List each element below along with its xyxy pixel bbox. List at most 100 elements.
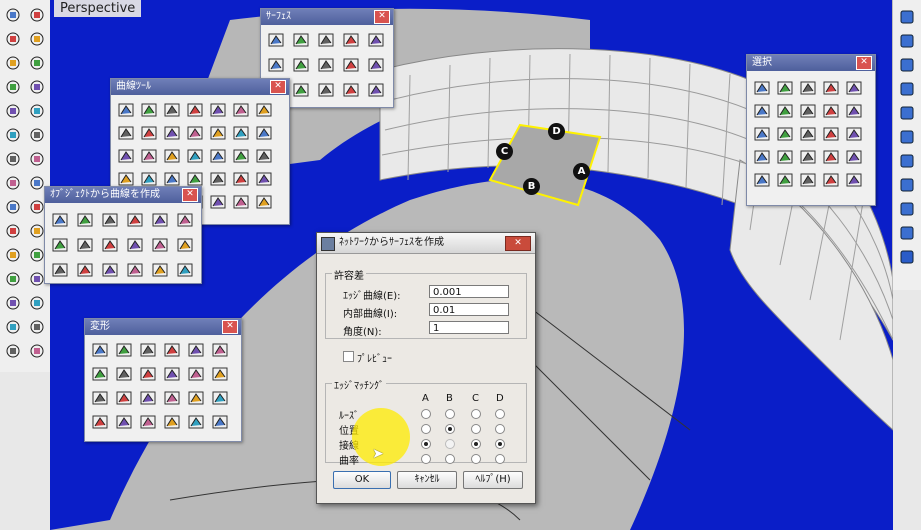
right-toolbar-icon[interactable] [898, 248, 916, 266]
left-toolbar-icon[interactable] [4, 78, 22, 96]
left-toolbar-icon[interactable] [4, 198, 22, 216]
left-toolbar-icon[interactable] [4, 294, 22, 312]
left-toolbar-icon[interactable] [28, 6, 46, 24]
edge-radio-b[interactable] [445, 409, 455, 419]
help-button[interactable]: ﾍﾙﾌﾟ(H) [463, 471, 523, 489]
curve-tool-icon[interactable] [163, 124, 181, 142]
select-tool-icon[interactable] [753, 102, 771, 120]
left-toolbar-icon[interactable] [4, 126, 22, 144]
edge-radio-d[interactable] [495, 454, 505, 464]
curve-from-objects-tool-icon[interactable] [51, 211, 69, 229]
select-tool-icon[interactable] [753, 148, 771, 166]
right-toolbar-icon[interactable] [898, 32, 916, 50]
select-tool-icon[interactable] [822, 148, 840, 166]
right-toolbar-icon[interactable] [898, 200, 916, 218]
select-tool-icon[interactable] [753, 79, 771, 97]
edge-radio-b[interactable] [445, 454, 455, 464]
select-tool-icon[interactable] [845, 125, 863, 143]
select-tool-icon[interactable] [799, 79, 817, 97]
curve-from-objects-tool-icon[interactable] [76, 261, 94, 279]
curve-tool-icon[interactable] [140, 147, 158, 165]
transform-tool-icon[interactable] [211, 365, 229, 383]
curve-tool-icon[interactable] [255, 124, 273, 142]
left-toolbar-icon[interactable] [4, 174, 22, 192]
curve-tool-icon[interactable] [209, 124, 227, 142]
edge-radio-b[interactable] [445, 424, 455, 434]
left-toolbar-icon[interactable] [28, 126, 46, 144]
transform-tool-icon[interactable] [139, 365, 157, 383]
edge-radio-a[interactable] [421, 409, 431, 419]
curve-from-objects-tool-icon[interactable] [151, 261, 169, 279]
curve-tool-icon[interactable] [186, 124, 204, 142]
select-tool-icon[interactable] [845, 102, 863, 120]
transform-palette-title[interactable]: 変形 ✕ [85, 319, 241, 335]
select-tool-icon[interactable] [822, 171, 840, 189]
curve-tool-icon[interactable] [163, 101, 181, 119]
transform-tool-icon[interactable] [187, 365, 205, 383]
transform-tool-icon[interactable] [115, 389, 133, 407]
surface-tool-icon[interactable] [317, 81, 335, 99]
close-icon[interactable]: ✕ [505, 236, 531, 251]
select-tool-icon[interactable] [822, 79, 840, 97]
curve-tool-icon[interactable] [117, 124, 135, 142]
select-palette-title[interactable]: 選択 ✕ [747, 55, 875, 71]
transform-tool-icon[interactable] [91, 341, 109, 359]
transform-tool-icon[interactable] [163, 365, 181, 383]
edge-radio-a[interactable] [421, 424, 431, 434]
surface-tool-icon[interactable] [292, 81, 310, 99]
curve-from-objects-tool-icon[interactable] [126, 211, 144, 229]
transform-tool-icon[interactable] [115, 365, 133, 383]
cancel-button[interactable]: ｷｬﾝｾﾙ [397, 471, 457, 489]
curve-from-objects-tool-icon[interactable] [151, 211, 169, 229]
left-toolbar-icon[interactable] [4, 150, 22, 168]
transform-tool-icon[interactable] [187, 413, 205, 431]
curve-from-objects-tool-icon[interactable] [151, 236, 169, 254]
surface-tool-icon[interactable] [317, 56, 335, 74]
right-toolbar-icon[interactable] [898, 224, 916, 242]
curve-tool-icon[interactable] [163, 147, 181, 165]
close-icon[interactable]: ✕ [270, 80, 286, 94]
left-toolbar-icon[interactable] [28, 150, 46, 168]
right-toolbar-icon[interactable] [898, 176, 916, 194]
edge-radio-d[interactable] [495, 424, 505, 434]
select-tool-icon[interactable] [799, 148, 817, 166]
curve-from-objects-tool-icon[interactable] [176, 261, 194, 279]
curve-from-objects-tool-icon[interactable] [126, 261, 144, 279]
right-toolbar-icon[interactable] [898, 56, 916, 74]
edge-radio-c[interactable] [471, 439, 481, 449]
curve-tool-icon[interactable] [117, 101, 135, 119]
edge-radio-c[interactable] [471, 409, 481, 419]
preview-checkbox[interactable] [343, 351, 354, 362]
left-toolbar-icon[interactable] [4, 30, 22, 48]
curve-tool-icon[interactable] [255, 170, 273, 188]
left-toolbar-icon[interactable] [4, 102, 22, 120]
curve-tool-icon[interactable] [140, 101, 158, 119]
curve-tool-icon[interactable] [255, 193, 273, 211]
surface-tool-icon[interactable] [317, 31, 335, 49]
curve-tool-icon[interactable] [232, 147, 250, 165]
right-toolbar-icon[interactable] [898, 8, 916, 26]
transform-tool-icon[interactable] [115, 413, 133, 431]
transform-tool-icon[interactable] [91, 389, 109, 407]
close-icon[interactable]: ✕ [182, 188, 198, 202]
curve-from-objects-tool-icon[interactable] [101, 211, 119, 229]
select-tool-icon[interactable] [776, 148, 794, 166]
select-tool-icon[interactable] [845, 148, 863, 166]
curve-tool-icon[interactable] [232, 193, 250, 211]
select-tool-icon[interactable] [799, 102, 817, 120]
left-toolbar-icon[interactable] [28, 318, 46, 336]
curve-tool-icon[interactable] [140, 124, 158, 142]
select-tool-icon[interactable] [822, 125, 840, 143]
surface-tool-icon[interactable] [342, 81, 360, 99]
curve-from-objects-tool-icon[interactable] [51, 236, 69, 254]
left-toolbar-icon[interactable] [4, 54, 22, 72]
transform-tool-icon[interactable] [163, 389, 181, 407]
transform-tool-icon[interactable] [139, 413, 157, 431]
curve-from-objects-tool-icon[interactable] [101, 261, 119, 279]
transform-tool-icon[interactable] [139, 341, 157, 359]
transform-tool-icon[interactable] [211, 341, 229, 359]
select-tool-icon[interactable] [776, 79, 794, 97]
curve-tool-icon[interactable] [209, 147, 227, 165]
curve-tool-icon[interactable] [209, 193, 227, 211]
transform-tool-icon[interactable] [187, 389, 205, 407]
